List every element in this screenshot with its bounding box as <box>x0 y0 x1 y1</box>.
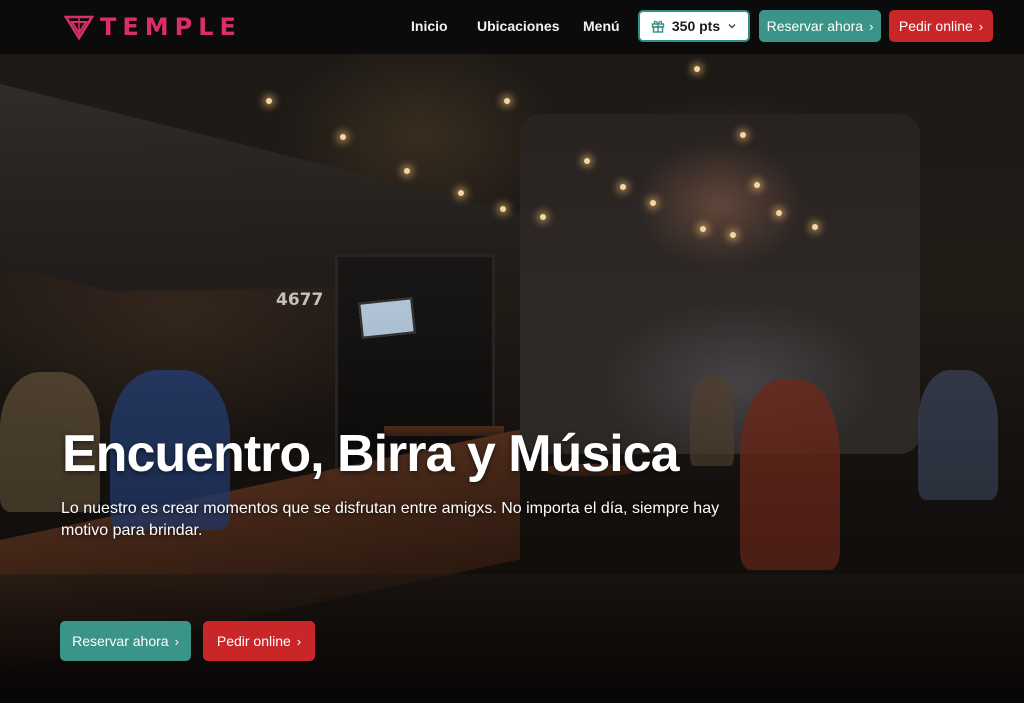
brand-name: TEMPLE <box>100 13 242 41</box>
chevron-right-icon: › <box>869 18 874 34</box>
points-label: 350 pts <box>671 18 721 34</box>
chevron-right-icon: › <box>978 18 984 34</box>
top-navbar: TEMPLE Inicio Ubicaciones Menú 350 pts R… <box>0 0 1024 54</box>
hero-overlay <box>0 54 1024 703</box>
chevron-down-icon <box>728 24 736 29</box>
nav-reserve-label: Reservar ahora <box>766 18 864 34</box>
hero-subtitle: Lo nuestro es crear momentos que se disf… <box>61 500 720 539</box>
nav-link-inicio[interactable]: Inicio <box>411 18 448 34</box>
hero-reserve-button[interactable]: Reservar ahora › <box>60 621 191 661</box>
points-dropdown[interactable]: 350 pts <box>638 10 750 42</box>
nav-reserve-button[interactable]: Reservar ahora › <box>759 10 881 42</box>
hero-order-label: Pedir online <box>216 633 291 649</box>
nav-order-button[interactable]: Pedir online › <box>889 10 993 42</box>
hero-order-button[interactable]: Pedir online › <box>203 621 315 661</box>
chevron-right-icon: › <box>174 633 179 649</box>
chevron-right-icon: › <box>296 633 302 649</box>
nav-link-ubicaciones[interactable]: Ubicaciones <box>477 18 559 34</box>
brand-logo[interactable]: TEMPLE <box>64 13 242 41</box>
hero-reserve-label: Reservar ahora <box>72 633 169 649</box>
nav-order-label: Pedir online <box>898 18 973 34</box>
gift-icon <box>651 20 665 33</box>
temple-logo-icon <box>64 15 94 40</box>
hero-title: Encuentro, Birra y Música <box>62 425 680 483</box>
nav-link-menu[interactable]: Menú <box>583 18 620 34</box>
hero-section: 4677 <box>0 54 1024 703</box>
